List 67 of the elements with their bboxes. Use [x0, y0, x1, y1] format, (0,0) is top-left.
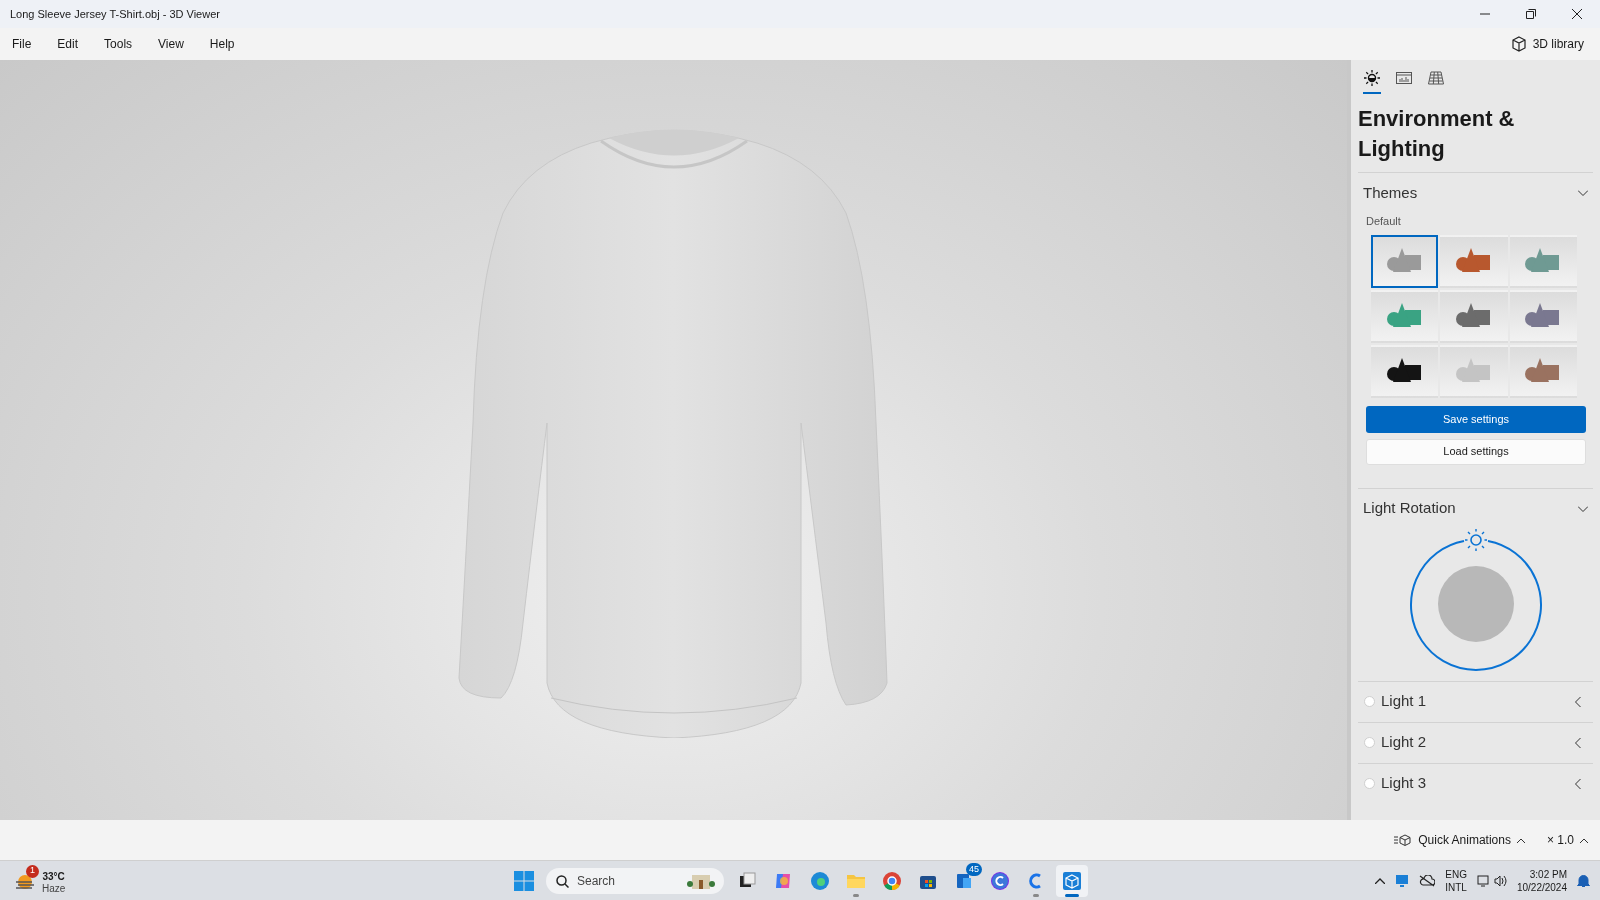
lighting-tab[interactable] — [1363, 70, 1381, 94]
notification-badge: 45 — [966, 863, 982, 876]
theme-thumbnail[interactable] — [1440, 234, 1508, 288]
monitor-icon[interactable] — [1395, 873, 1410, 888]
cube-icon — [1061, 870, 1083, 892]
chevron-up-icon[interactable] — [1375, 877, 1386, 884]
cloud-off-icon[interactable] — [1419, 874, 1436, 887]
menu-item[interactable]: File — [4, 33, 40, 55]
notification-bell-icon[interactable] — [1577, 873, 1590, 888]
panel-title: Environment & Lighting — [1358, 105, 1516, 163]
light-row[interactable]: Light 1 — [1358, 680, 1593, 722]
chevron-left-icon — [1575, 696, 1581, 707]
theme-thumbnail[interactable] — [1371, 234, 1439, 288]
chrome-icon — [881, 870, 903, 892]
clock[interactable]: 3:02 PM 10/22/2024 — [1516, 867, 1567, 894]
search-icon — [556, 875, 569, 888]
network-volume-icon[interactable] — [1476, 873, 1507, 888]
theme-thumbnail[interactable] — [1509, 344, 1577, 398]
running-indicator — [1033, 894, 1039, 897]
load-settings-button[interactable]: Load settings — [1366, 438, 1586, 465]
light-row[interactable]: Light 2 — [1358, 721, 1593, 763]
caret-icon — [1516, 837, 1525, 843]
quick-animations-button[interactable]: Quick Animations — [1394, 831, 1525, 849]
chevron-left-icon — [1575, 778, 1581, 789]
light-toggle[interactable] — [1364, 737, 1375, 748]
light-toggle[interactable] — [1364, 778, 1375, 789]
running-indicator — [853, 894, 859, 897]
haze-sun-icon — [14, 873, 36, 892]
building-icon — [686, 872, 716, 890]
taskbar-app-button[interactable]: 45 — [948, 865, 980, 897]
weather-widget[interactable]: 1 33°C Haze — [14, 864, 66, 897]
light-row[interactable]: Light 3 — [1358, 762, 1593, 804]
themes-header[interactable]: Themes — [1358, 173, 1593, 213]
window-title: Long Sleeve Jersey T-Shirt.obj - 3D Viewer — [10, 6, 220, 22]
menu-item[interactable]: Edit — [49, 33, 87, 55]
speed-button[interactable]: × 1.0 — [1546, 831, 1588, 849]
theme-thumbnail[interactable] — [1371, 344, 1439, 398]
notification-badge: 1 — [26, 864, 39, 878]
weather-condition: Haze — [42, 882, 66, 895]
temperature-text: 33°C — [42, 870, 66, 883]
library-button[interactable]: 3D library — [1506, 33, 1588, 55]
taskbar-search-field[interactable]: Search — [546, 868, 724, 894]
light-rotation-header[interactable]: Light Rotation — [1358, 488, 1593, 529]
theme-thumbnail[interactable] — [1371, 289, 1439, 343]
menu-item[interactable]: View — [150, 33, 192, 55]
animation-cube-icon — [1394, 834, 1413, 846]
theme-thumbnail[interactable] — [1509, 289, 1577, 343]
close-icon — [1572, 9, 1582, 19]
theme-thumbnail[interactable] — [1440, 289, 1508, 343]
theme-thumbnail[interactable] — [1440, 344, 1508, 398]
caret-icon — [1580, 837, 1588, 843]
menu-item[interactable]: Help — [201, 33, 243, 55]
chevron-left-icon — [1575, 737, 1581, 748]
running-indicator — [1065, 894, 1079, 897]
light-rotation-dial[interactable] — [1408, 528, 1543, 673]
section-heading: Light Rotation — [1363, 498, 1456, 519]
theme-group-label: Default — [1366, 214, 1402, 229]
section-heading: Themes — [1363, 182, 1418, 203]
minimize-icon — [1480, 13, 1490, 15]
menu-item[interactable]: Tools — [96, 33, 141, 55]
save-settings-button[interactable]: Save settings — [1366, 405, 1586, 433]
restore-icon — [1526, 9, 1536, 19]
theme-thumbnail[interactable] — [1509, 234, 1577, 288]
language-indicator[interactable]: ENG INTL — [1445, 867, 1467, 894]
light-toggle[interactable] — [1364, 696, 1375, 707]
windows-logo-icon — [514, 871, 534, 891]
cube-icon — [1510, 36, 1527, 52]
